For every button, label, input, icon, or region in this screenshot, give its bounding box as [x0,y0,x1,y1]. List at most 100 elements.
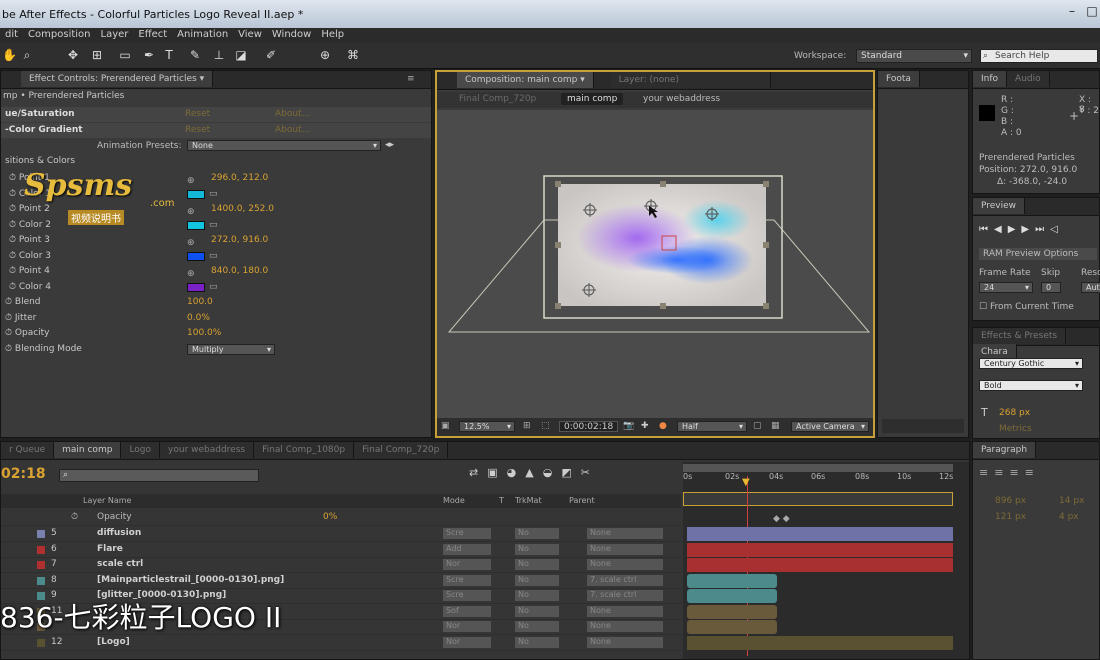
space-after-value[interactable]: 4 px [1059,512,1079,522]
camera-select[interactable]: Active Camera ▾ [791,421,869,432]
layer-row[interactable]: 6 Flare Add No None [1,542,681,558]
color-channels-icon[interactable]: ● [659,421,667,431]
ram-preview-options[interactable]: RAM Preview Options [979,248,1097,260]
tab-info[interactable]: Info [973,71,1008,87]
animation-presets-select[interactable]: None ▾ [187,140,381,151]
zoom-select[interactable]: 12.5% ▾ [459,421,515,432]
pen-tool-icon[interactable]: ✒ [142,48,156,62]
tab-logo[interactable]: Logo [121,442,161,458]
tab-effect-controls[interactable]: Effect Controls: Prerendered Particles ▾ [21,71,214,87]
zoom-tool-icon[interactable]: ⌕ [20,48,34,62]
about-link[interactable]: About... [275,107,310,122]
indent-left-value[interactable]: 896 px [995,496,1026,506]
puppet-starch-tool-icon[interactable]: ⌘ [346,48,360,62]
tab-preview[interactable]: Preview [973,198,1026,214]
color-4-swatch[interactable] [187,283,205,292]
layer-row[interactable]: 7 scale ctrl Nor No None [1,557,681,573]
layer-bar-glitter[interactable] [687,589,777,603]
layer-row[interactable]: 5 diffusion Scre No None [1,526,681,542]
first-frame-icon[interactable]: ⏮ [979,224,994,235]
from-current-time-checkbox[interactable]: ☐ From Current Time [979,302,1074,312]
menu-composition[interactable]: Composition [23,28,95,41]
col-mode[interactable]: Mode [443,494,465,508]
fx-color-gradient-row[interactable]: -Color Gradient Reset About... [1,123,431,138]
next-frame-icon[interactable]: ▶ [1021,224,1035,235]
menu-window[interactable]: Window [267,28,316,41]
tab-final-comp-720p[interactable]: Final Comp_720p [354,442,449,458]
brush-tool-icon[interactable]: ✎ [188,48,202,62]
keyframe-icon[interactable]: ◆ ◆ [773,514,790,524]
layer-bar-flare[interactable] [687,543,953,557]
eyedropper-icon[interactable]: ▭ [209,249,218,264]
menu-animation[interactable]: Animation [172,28,233,41]
audio-icon[interactable]: ◁ [1050,224,1064,235]
panel-menu-icon[interactable]: ≡ [407,74,415,84]
menu-layer[interactable]: Layer [96,28,134,41]
tab-paragraph[interactable]: Paragraph [973,442,1037,458]
point-2-value[interactable]: 1400.0, 252.0 [211,202,274,217]
clone-stamp-tool-icon[interactable]: ⊥ [212,48,226,62]
menu-help[interactable]: Help [316,28,349,41]
text-tool-icon[interactable]: T [162,48,176,62]
prev-frame-icon[interactable]: ◀ [994,224,1008,235]
skip-select[interactable]: 0 [1041,282,1061,293]
tab-layer[interactable]: Layer: (none) [610,72,771,88]
label-color[interactable] [37,530,45,538]
mask-visibility-icon[interactable]: ⬚ [541,421,550,431]
font-size-value[interactable]: 268 px [999,408,1030,418]
motion-blur-icon[interactable]: ◒ [543,466,562,479]
fx-hue-saturation-row[interactable]: ue/Saturation Reset About... [1,107,431,122]
timeline-graph[interactable]: 0s 02s 04s 06s 08s 10s 12s ▼ ◆ ◆ [683,462,969,659]
menu-edit[interactable]: dit [0,28,23,41]
time-navigator[interactable] [683,492,953,506]
snapshot-icon[interactable]: 📷 [623,421,634,431]
eyedropper-icon[interactable]: ▭ [209,218,218,233]
play-icon[interactable]: ▶ [1008,224,1022,235]
blending-mode-select[interactable]: Multiply ▾ [187,344,275,355]
point-1-value[interactable]: 296.0, 212.0 [211,171,268,186]
camera-tool-icon[interactable]: ✥ [66,48,80,62]
indent-right-value[interactable]: 14 px [1059,496,1084,506]
tab-your-webaddress[interactable]: your webaddress [160,442,255,458]
reset-link[interactable]: Reset [185,107,210,122]
stopwatch-icon[interactable]: ⏱ [71,510,78,525]
align-center-icon[interactable]: ≡ [994,466,1009,479]
tab-main-comp[interactable]: main comp [54,442,122,458]
font-style-select[interactable]: Bold ▾ [979,380,1083,391]
eyedropper-icon[interactable]: ▭ [209,187,218,202]
search-help-input[interactable]: ⌕ Search Help [980,49,1098,63]
opacity-property-row[interactable]: ⏱ Opacity 0% [1,510,681,526]
col-trkmat[interactable]: TrkMat [515,494,542,508]
color-3-swatch[interactable] [187,252,205,261]
preview-res-select[interactable]: Aut [1081,282,1100,293]
space-before-value[interactable]: 121 px [995,512,1026,522]
col-layer-name[interactable]: Layer Name [83,494,131,508]
col-t[interactable]: T [499,494,504,508]
about-link[interactable]: About... [275,123,310,138]
layer-row[interactable]: 12 [Logo] Nor No None [1,635,681,651]
layer-bar-11[interactable] [687,605,777,619]
preset-nav-icon[interactable]: ◂▸ [385,140,394,150]
current-time-display[interactable]: 02:18 [1,466,46,482]
composition-viewer[interactable] [437,110,873,418]
kerning-value[interactable]: Metrics [999,424,1032,434]
eraser-tool-icon[interactable]: ◪ [234,48,248,62]
tab-effects-presets[interactable]: Effects & Presets [973,328,1067,344]
minimize-button[interactable]: – [1062,4,1082,22]
frame-blending-icon[interactable]: ▲ [525,466,542,479]
layer-bar-logo[interactable] [687,636,953,650]
jitter-value[interactable]: 0.0% [187,311,210,326]
crumb-final-comp[interactable]: Final Comp_720p [459,94,536,104]
justify-icon[interactable]: ≡ [1025,466,1040,479]
tab-audio[interactable]: Audio [1007,71,1050,87]
puppet-pin-tool-icon[interactable]: ⊕ [318,48,332,62]
tab-composition[interactable]: Composition: main comp ▾ [457,72,594,88]
align-left-icon[interactable]: ≡ [979,466,994,479]
roto-brush-tool-icon[interactable]: ✐ [264,48,278,62]
workspace-select[interactable]: Standard ▾ [856,49,972,63]
align-right-icon[interactable]: ≡ [1009,466,1024,479]
region-of-interest-icon[interactable]: ▢ [753,421,762,431]
crumb-your-webaddress[interactable]: your webaddress [643,94,720,104]
layer-search-input[interactable]: ⌕ [59,469,259,482]
work-area-bar[interactable] [683,464,953,472]
